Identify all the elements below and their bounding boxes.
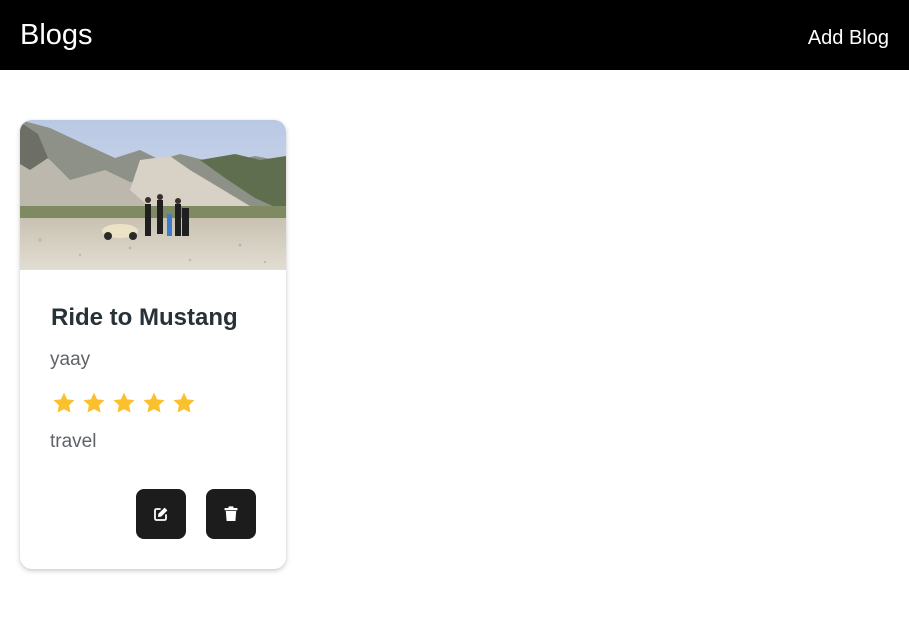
edit-button[interactable] (136, 489, 186, 539)
star-rating (51, 390, 197, 416)
trash-icon (224, 506, 238, 521)
star-icon (173, 392, 195, 413)
edit-icon (154, 507, 168, 521)
blog-card: Ride to Mustang yaay travel (20, 120, 286, 569)
add-blog-link[interactable]: Add Blog (808, 26, 889, 50)
blog-cover-image (20, 120, 286, 270)
blog-description: yaay (50, 349, 91, 370)
star-icon (113, 392, 135, 413)
blog-title: Ride to Mustang (51, 304, 238, 331)
star-icon (83, 392, 105, 413)
app-title: Blogs (20, 19, 93, 51)
top-navbar: Blogs Add Blog (0, 0, 909, 70)
star-icon (143, 392, 165, 413)
blog-category: travel (50, 431, 97, 452)
star-icon (53, 392, 75, 413)
delete-button[interactable] (206, 489, 256, 539)
